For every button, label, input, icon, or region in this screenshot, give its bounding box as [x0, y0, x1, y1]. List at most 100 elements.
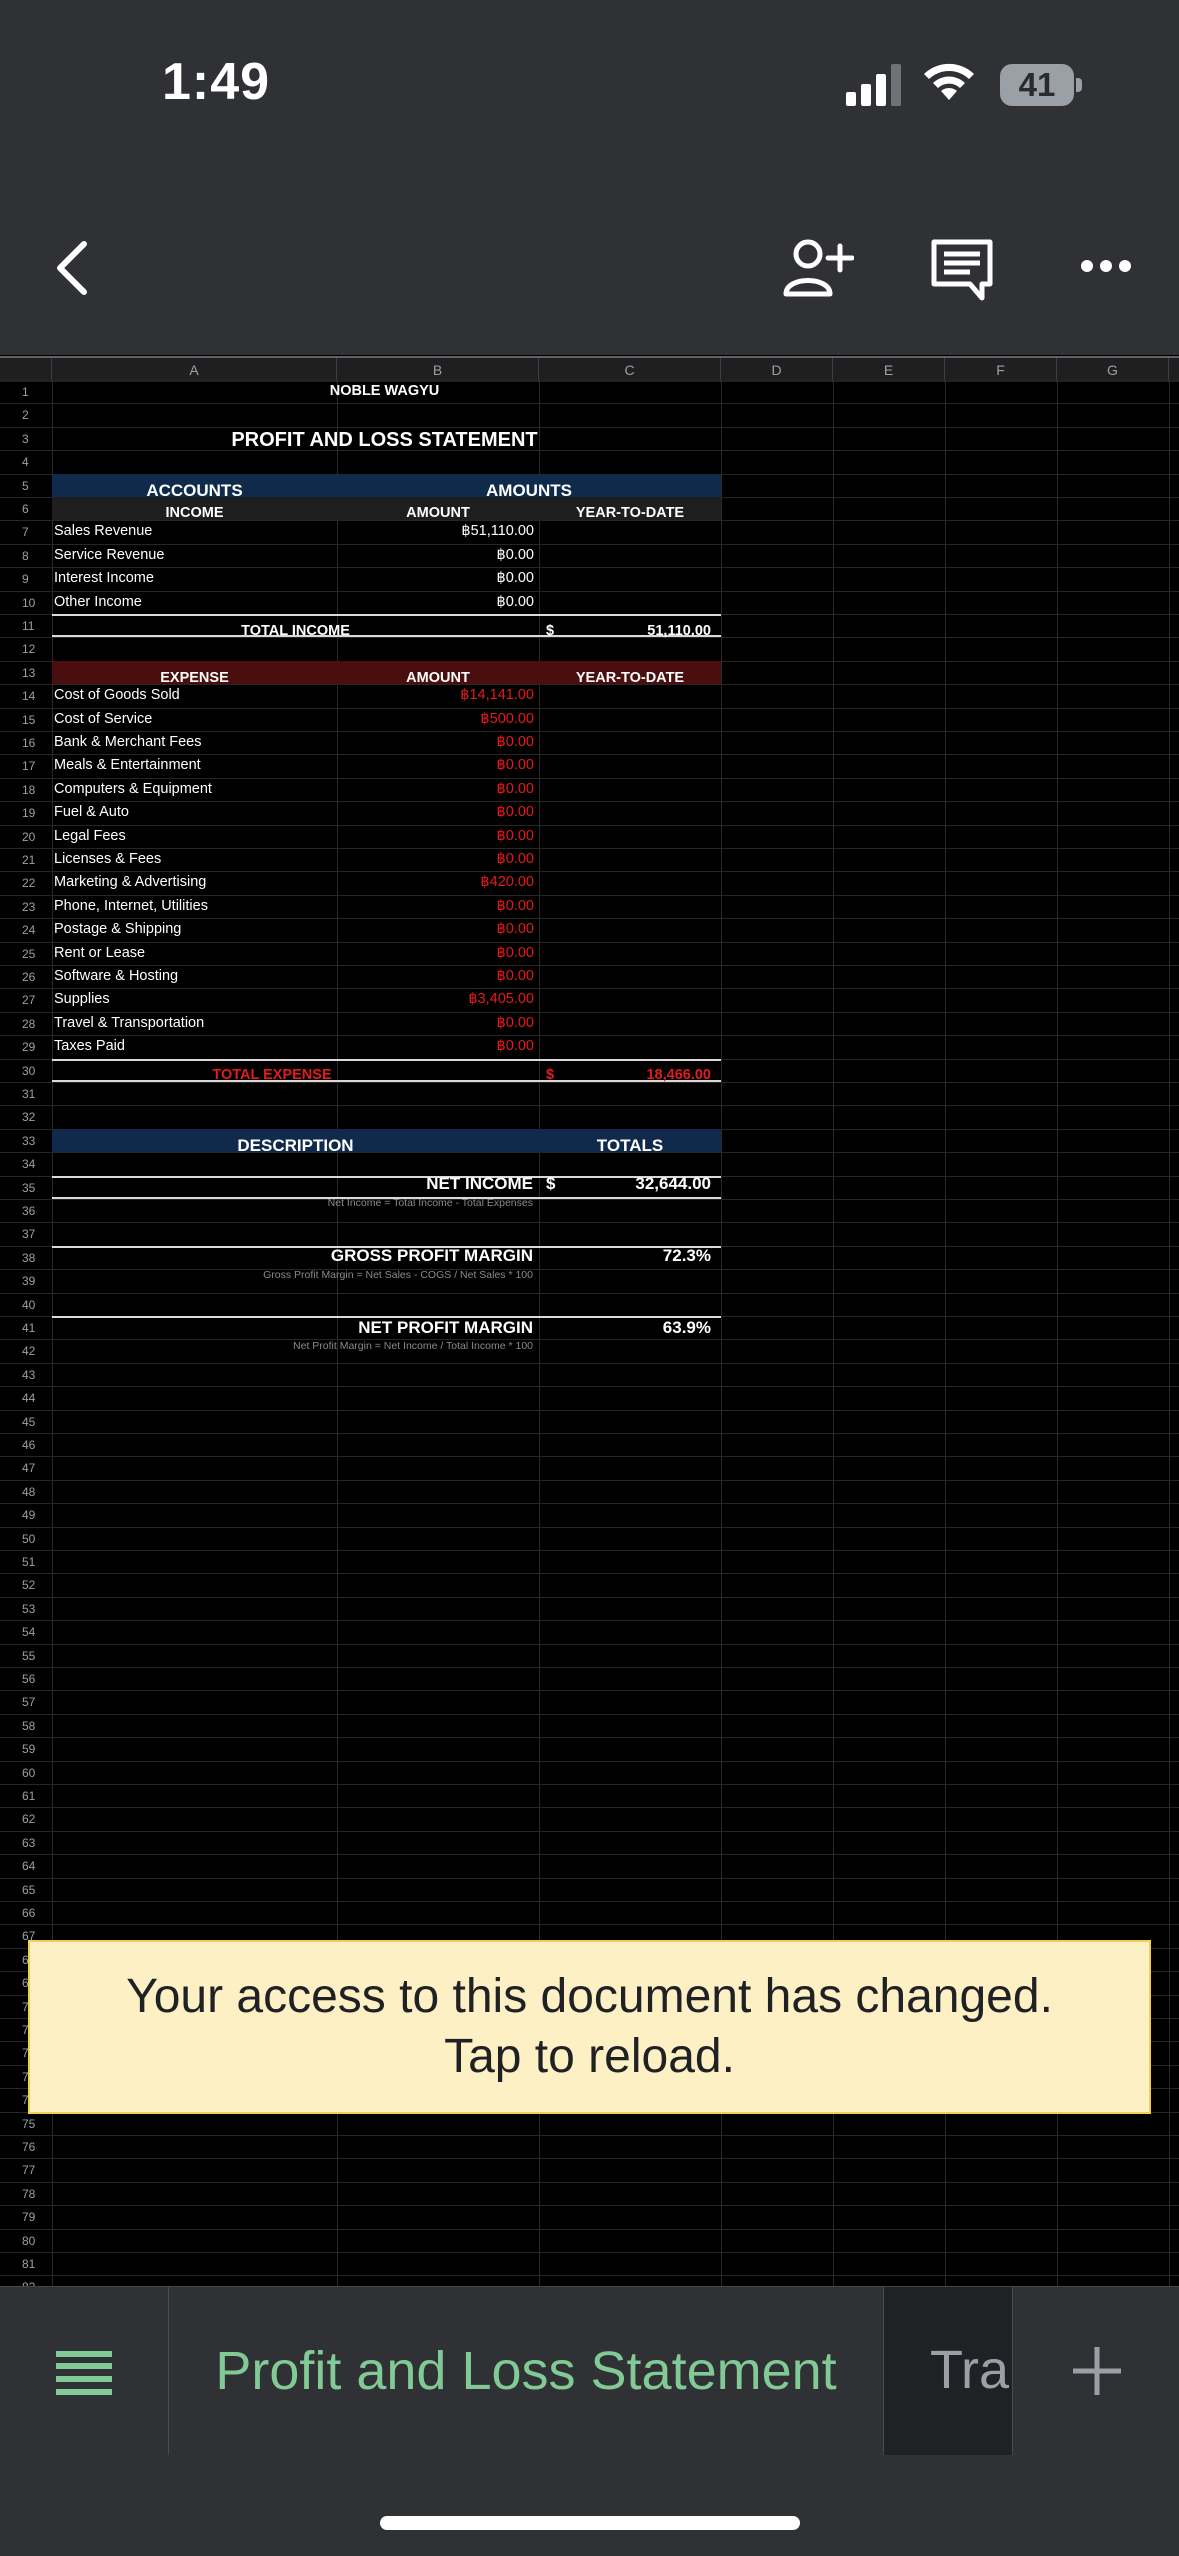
row-header[interactable]: 27	[0, 992, 52, 1008]
row-header[interactable]: 59	[0, 1741, 52, 1757]
row-header[interactable]: 61	[0, 1788, 52, 1804]
row-header[interactable]: 63	[0, 1835, 52, 1851]
row-header[interactable]: 53	[0, 1601, 52, 1617]
row-header[interactable]: 39	[0, 1273, 52, 1289]
expense-amount[interactable]: ฿420.00	[337, 871, 534, 894]
expense-account-name[interactable]: Phone, Internet, Utilities	[54, 895, 208, 918]
income-amount[interactable]: ฿0.00	[337, 567, 534, 590]
expense-account-name[interactable]: Fuel & Auto	[54, 801, 129, 824]
row-header[interactable]: 41	[0, 1320, 52, 1336]
row-header[interactable]: 75	[0, 2116, 52, 2132]
expense-amount[interactable]: ฿500.00	[337, 708, 534, 731]
row-header[interactable]: 43	[0, 1367, 52, 1383]
column-header-e[interactable]: E	[833, 358, 945, 382]
row-header[interactable]: 66	[0, 1905, 52, 1921]
row-header[interactable]: 29	[0, 1039, 52, 1055]
expense-amount[interactable]: ฿3,405.00	[337, 988, 534, 1011]
income-ytd-header[interactable]: YEAR-TO-DATE	[539, 502, 721, 525]
net-margin-formula[interactable]: Net Profit Margin = Net Income / Total I…	[52, 1335, 533, 1358]
expense-account-name[interactable]: Rent or Lease	[54, 942, 145, 965]
row-header[interactable]: 60	[0, 1765, 52, 1781]
tab-next-sheet[interactable]: Tra	[883, 2287, 1012, 2455]
row-header[interactable]: 16	[0, 735, 52, 751]
chevron-left-icon[interactable]	[54, 240, 90, 296]
expense-amount[interactable]: ฿0.00	[337, 754, 534, 777]
row-header[interactable]: 5	[0, 478, 52, 494]
expense-amount[interactable]: ฿0.00	[337, 1012, 534, 1035]
statement-title[interactable]: PROFIT AND LOSS STATEMENT	[52, 425, 717, 455]
row-header[interactable]: 7	[0, 524, 52, 540]
row-header[interactable]: 80	[0, 2233, 52, 2249]
row-header[interactable]: 58	[0, 1718, 52, 1734]
more-horizontal-icon[interactable]	[1080, 258, 1132, 274]
row-header[interactable]: 36	[0, 1203, 52, 1219]
row-header[interactable]: 12	[0, 641, 52, 657]
row-header[interactable]: 82	[0, 2279, 52, 2286]
expense-amount[interactable]: ฿14,141.00	[337, 684, 534, 707]
row-header[interactable]: 3	[0, 431, 52, 447]
expense-account-name[interactable]: Legal Fees	[54, 825, 126, 848]
expense-amount[interactable]: ฿0.00	[337, 1035, 534, 1058]
row-header[interactable]: 6	[0, 501, 52, 517]
row-header[interactable]: 26	[0, 969, 52, 985]
row-header[interactable]: 40	[0, 1297, 52, 1313]
expense-account-name[interactable]: Bank & Merchant Fees	[54, 731, 202, 754]
row-header[interactable]: 17	[0, 758, 52, 774]
row-header[interactable]: 8	[0, 548, 52, 564]
expense-account-name[interactable]: Software & Hosting	[54, 965, 178, 988]
expense-account-name[interactable]: Supplies	[54, 988, 110, 1011]
total-expense-value[interactable]: 18,466.00	[539, 1064, 711, 1087]
expense-account-name[interactable]: Meals & Entertainment	[54, 754, 201, 777]
row-header[interactable]: 79	[0, 2209, 52, 2225]
row-header[interactable]: 78	[0, 2186, 52, 2202]
row-header[interactable]: 55	[0, 1648, 52, 1664]
expense-amount[interactable]: ฿0.00	[337, 731, 534, 754]
row-header[interactable]: 56	[0, 1671, 52, 1687]
row-header[interactable]: 1	[0, 384, 52, 400]
row-header[interactable]: 54	[0, 1624, 52, 1640]
row-header[interactable]: 45	[0, 1414, 52, 1430]
row-header[interactable]: 46	[0, 1437, 52, 1453]
row-header[interactable]: 2	[0, 407, 52, 423]
row-header[interactable]: 21	[0, 852, 52, 868]
expense-account-name[interactable]: Computers & Equipment	[54, 778, 212, 801]
description-header[interactable]: DESCRIPTION	[52, 1134, 539, 1157]
accounts-header[interactable]: ACCOUNTS	[52, 479, 337, 502]
row-header[interactable]: 14	[0, 688, 52, 704]
expense-amount[interactable]: ฿0.00	[337, 965, 534, 988]
row-header[interactable]: 34	[0, 1156, 52, 1172]
row-header[interactable]: 35	[0, 1180, 52, 1196]
row-header[interactable]: 20	[0, 829, 52, 845]
expense-amount[interactable]: ฿0.00	[337, 825, 534, 848]
row-header[interactable]: 4	[0, 454, 52, 470]
expense-account-name[interactable]: Postage & Shipping	[54, 918, 181, 941]
row-header[interactable]: 77	[0, 2162, 52, 2178]
comment-icon[interactable]	[930, 238, 994, 302]
income-amount[interactable]: ฿0.00	[337, 544, 534, 567]
net-income-formula[interactable]: Net Income = Total Income - Total Expens…	[52, 1192, 533, 1215]
row-header[interactable]: 23	[0, 899, 52, 915]
expense-account-name[interactable]: Licenses & Fees	[54, 848, 161, 871]
row-header[interactable]: 30	[0, 1063, 52, 1079]
row-header[interactable]: 33	[0, 1133, 52, 1149]
row-header[interactable]: 9	[0, 571, 52, 587]
row-header[interactable]: 37	[0, 1226, 52, 1242]
row-header[interactable]: 64	[0, 1858, 52, 1874]
access-changed-banner[interactable]: Your access to this document has changed…	[28, 1940, 1151, 2114]
row-header[interactable]: 31	[0, 1086, 52, 1102]
gross-margin-formula[interactable]: Gross Profit Margin = Net Sales - COGS /…	[52, 1264, 533, 1287]
income-account-name[interactable]: Interest Income	[54, 567, 154, 590]
net-margin-value[interactable]: 63.9%	[539, 1316, 711, 1339]
totals-header[interactable]: TOTALS	[539, 1134, 721, 1157]
row-header[interactable]: 25	[0, 946, 52, 962]
row-header[interactable]: 19	[0, 805, 52, 821]
row-header[interactable]: 38	[0, 1250, 52, 1266]
income-account-name[interactable]: Service Revenue	[54, 544, 164, 567]
expense-account-name[interactable]: Marketing & Advertising	[54, 871, 206, 894]
column-header-f[interactable]: F	[945, 358, 1057, 382]
expense-ytd-header[interactable]: YEAR-TO-DATE	[539, 667, 721, 690]
row-header[interactable]: 13	[0, 665, 52, 681]
home-indicator[interactable]	[380, 2516, 800, 2530]
row-header[interactable]: 24	[0, 922, 52, 938]
expense-amount[interactable]: ฿0.00	[337, 778, 534, 801]
